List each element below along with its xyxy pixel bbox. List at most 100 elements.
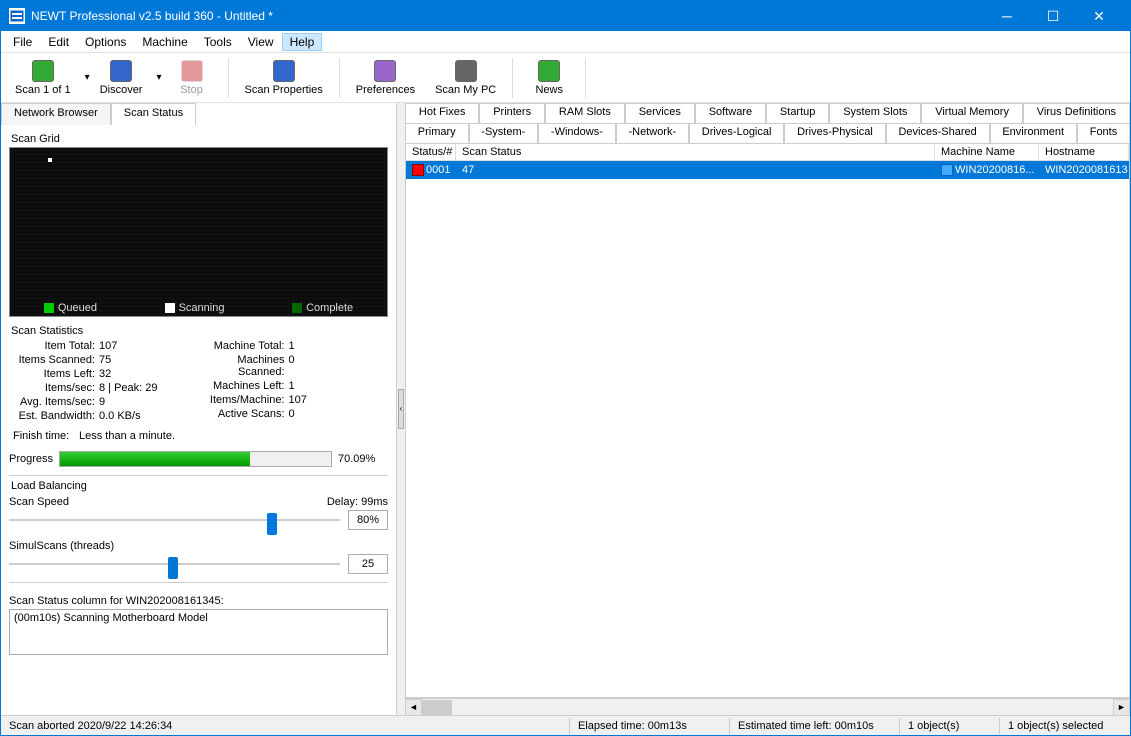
category-tab-drives-physical[interactable]: Drives-Physical (784, 123, 885, 143)
status-icon (412, 164, 424, 176)
menu-file[interactable]: File (5, 33, 40, 51)
legend-complete: Complete (292, 302, 353, 314)
stat-value: 8 | Peak: 29 (99, 382, 199, 394)
menu-edit[interactable]: Edit (40, 33, 77, 51)
category-tab-primary[interactable]: Primary (405, 123, 469, 143)
left-panel: Network BrowserScan Status Scan Grid Que… (1, 103, 397, 715)
toolbar-icon (110, 60, 132, 82)
simulscans-value: 25 (348, 554, 388, 574)
cell-scan-status: 47 (456, 163, 935, 177)
stat-label: Est. Bandwidth: (9, 410, 99, 422)
category-tab-devices-shared[interactable]: Devices-Shared (886, 123, 990, 143)
stat-value: 0 (289, 408, 389, 420)
toolbar-icon (273, 60, 295, 82)
stat-row: Avg. Items/sec:9 (9, 395, 199, 409)
status-column-label: Scan Status column for WIN202008161345: (9, 595, 388, 607)
toolbar-news[interactable]: News (519, 55, 579, 101)
finish-time-value: Less than a minute. (79, 430, 388, 442)
stat-value: 0 (289, 354, 389, 378)
stat-label: Items/sec: (9, 382, 99, 394)
splitter[interactable]: ‹ (397, 103, 405, 715)
stat-label: Item Total: (9, 340, 99, 352)
col-status[interactable]: Status/# (406, 144, 456, 160)
right-panel: Hot FixesPrintersRAM SlotsServicesSoftwa… (405, 103, 1130, 715)
table-row[interactable]: 000147WIN20200816...WIN20200816134 (406, 161, 1129, 179)
stat-label: Items Left: (9, 368, 99, 380)
computer-icon (941, 164, 953, 176)
menu-view[interactable]: View (240, 33, 282, 51)
toolbar-scan-1-of-1[interactable]: Scan 1 of 1 (5, 55, 81, 101)
horizontal-scrollbar[interactable]: ◄ ► (405, 698, 1130, 715)
category-tab-startup[interactable]: Startup (766, 103, 829, 123)
category-tab-hot-fixes[interactable]: Hot Fixes (405, 103, 479, 123)
toolbar-label: News (535, 84, 563, 96)
toolbar-label: Scan Properties (245, 84, 323, 96)
status-column-box: (00m10s) Scanning Motherboard Model (9, 609, 388, 655)
toolbar-icon (181, 60, 203, 82)
toolbar-label: Discover (100, 84, 143, 96)
scan-grid-label: Scan Grid (11, 133, 388, 145)
category-tab-software[interactable]: Software (695, 103, 766, 123)
scan-speed-slider[interactable] (9, 510, 340, 530)
toolbar-icon (455, 60, 477, 82)
stat-row: Machines Scanned:0 (199, 353, 389, 379)
toolbar-scan-my-pc[interactable]: Scan My PC (425, 55, 506, 101)
scan-speed-value: 80% (348, 510, 388, 530)
scroll-right-button[interactable]: ► (1113, 699, 1130, 716)
category-tabs-top: Hot FixesPrintersRAM SlotsServicesSoftwa… (405, 103, 1130, 123)
stat-label: Machines Left: (199, 380, 289, 392)
menu-help[interactable]: Help (282, 33, 323, 51)
category-tab--network-[interactable]: -Network- (616, 123, 689, 143)
category-tab-virtual-memory[interactable]: Virtual Memory (921, 103, 1023, 123)
menu-machine[interactable]: Machine (134, 33, 195, 51)
category-tab--system-[interactable]: -System- (469, 123, 539, 143)
splitter-handle[interactable]: ‹ (398, 389, 404, 429)
status-selected: 1 object(s) selected (1000, 718, 1130, 734)
stat-row: Item Total:107 (9, 339, 199, 353)
category-tab-fonts[interactable]: Fonts (1077, 123, 1130, 143)
left-tab-network-browser[interactable]: Network Browser (1, 103, 111, 125)
stat-label: Machine Total: (199, 340, 289, 352)
stat-label: Avg. Items/sec: (9, 396, 99, 408)
delay-label: Delay: 99ms (327, 496, 388, 508)
toolbar-discover[interactable]: Discover (90, 55, 153, 101)
stat-label: Machines Scanned: (199, 354, 289, 378)
close-button[interactable]: ✕ (1076, 1, 1122, 31)
category-tab-virus-definitions[interactable]: Virus Definitions (1023, 103, 1130, 123)
toolbar-label: Scan 1 of 1 (15, 84, 71, 96)
stat-value: 0.0 KB/s (99, 410, 199, 422)
window-title: NEWT Professional v2.5 build 360 - Untit… (31, 9, 984, 23)
scroll-thumb[interactable] (422, 700, 452, 715)
category-tab-services[interactable]: Services (625, 103, 695, 123)
scroll-left-button[interactable]: ◄ (405, 699, 422, 716)
minimize-button[interactable]: ─ (984, 1, 1030, 31)
simulscans-slider[interactable] (9, 554, 340, 574)
status-message: Scan aborted 2020/9/22 14:26:34 (1, 718, 570, 734)
col-hostname[interactable]: Hostname (1039, 144, 1129, 160)
maximize-button[interactable]: ☐ (1030, 1, 1076, 31)
stat-value: 75 (99, 354, 199, 366)
scan-stats-label: Scan Statistics (11, 325, 388, 337)
category-tab-environment[interactable]: Environment (990, 123, 1077, 143)
results-grid[interactable]: Status/# Scan Status Machine Name Hostna… (405, 143, 1130, 698)
category-tab-ram-slots[interactable]: RAM Slots (545, 103, 625, 123)
stat-row: Items/sec:8 | Peak: 29 (9, 381, 199, 395)
menu-tools[interactable]: Tools (196, 33, 240, 51)
toolbar-icon (538, 60, 560, 82)
category-tab-printers[interactable]: Printers (479, 103, 545, 123)
category-tab-drives-logical[interactable]: Drives-Logical (689, 123, 784, 143)
toolbar-scan-properties[interactable]: Scan Properties (235, 55, 333, 101)
category-tab--windows-[interactable]: -Windows- (538, 123, 616, 143)
legend-queued: Queued (44, 302, 97, 314)
stat-row: Items Left:32 (9, 367, 199, 381)
menu-options[interactable]: Options (77, 33, 134, 51)
col-scan-status[interactable]: Scan Status (456, 144, 935, 160)
stat-row: Active Scans:0 (199, 407, 389, 421)
progress-label: Progress (9, 453, 53, 465)
category-tabs-bottom: Primary-System--Windows--Network-Drives-… (405, 123, 1130, 143)
col-machine-name[interactable]: Machine Name (935, 144, 1039, 160)
left-tab-scan-status[interactable]: Scan Status (111, 103, 196, 125)
toolbar-preferences[interactable]: Preferences (346, 55, 425, 101)
category-tab-system-slots[interactable]: System Slots (829, 103, 921, 123)
scan-grid: Queued Scanning Complete (9, 147, 388, 317)
